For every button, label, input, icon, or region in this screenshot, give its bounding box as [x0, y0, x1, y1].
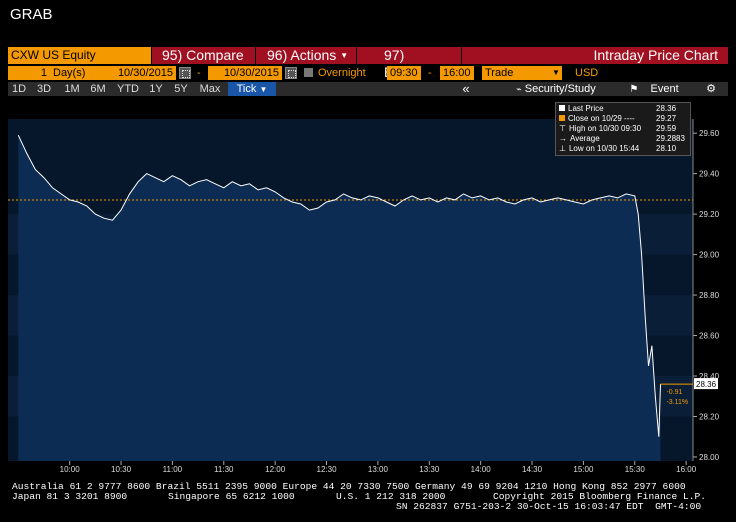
x-tick-label: 13:30 — [419, 465, 440, 474]
chart-legend[interactable]: Last Price 28.36 Close on 10/29 ---- 29.2… — [555, 102, 691, 156]
tick-label: Tick — [236, 83, 257, 95]
legend-item-close: Close on 10/29 ---- 29.27 — [559, 114, 689, 124]
legend-item-high: ⊤ High on 10/30 09:30 29.59 — [559, 124, 689, 134]
security-study-button[interactable]: ⌁ Security/Study — [500, 82, 612, 96]
footer-session-info: SN 262837 G751-203-2 30-Oct-15 16:03:47 … — [396, 501, 702, 512]
range-ytd-button[interactable]: YTD — [113, 82, 143, 96]
y-tick-label: 28.80 — [699, 291, 720, 300]
change-percent: -3.11% — [666, 399, 688, 406]
legend-item-average: → Average 29.2883 — [559, 134, 689, 144]
y-tick-label: 28.20 — [699, 412, 720, 421]
range-1y-button[interactable]: 1Y — [145, 82, 167, 96]
y-tick-label: 29.60 — [699, 129, 720, 138]
x-tick-label: 12:30 — [317, 465, 338, 474]
high-marker-icon: ⊤ — [559, 124, 566, 133]
start-date-field[interactable]: 10/30/2015 — [104, 66, 176, 80]
range-1d-button[interactable]: 1D — [8, 82, 30, 96]
edit-button[interactable]: 97) Edit▼ — [357, 47, 461, 80]
overnight-label: Overnight — [318, 67, 366, 79]
legend-value: 29.2883 — [656, 134, 685, 143]
actions-button[interactable]: 96) Actions ▼ — [256, 47, 356, 64]
legend-label: Last Price — [568, 104, 604, 113]
low-marker-icon: ⊥ — [559, 144, 566, 153]
legend-item-last-price: Last Price 28.36 — [559, 104, 689, 114]
y-tick-label: 28.00 — [699, 453, 720, 462]
legend-value: 28.10 — [656, 144, 677, 153]
legend-item-low: ⊥ Low on 10/30 15:44 28.10 — [559, 144, 689, 154]
last-price-label: 28.36 — [696, 380, 717, 389]
event-type-select[interactable]: Trade — [482, 66, 550, 80]
x-tick-label: 10:30 — [111, 465, 132, 474]
x-tick-label: 15:00 — [573, 465, 594, 474]
compare-button[interactable]: 95) Compare — [152, 47, 255, 64]
x-tick-label: 13:00 — [368, 465, 389, 474]
legend-swatch — [559, 105, 565, 111]
gear-icon[interactable]: ⚙ — [700, 82, 722, 96]
x-tick-label: 14:30 — [522, 465, 543, 474]
legend-value: 28.36 — [656, 104, 677, 113]
event-button[interactable]: ⚑ Event — [618, 82, 690, 96]
x-tick-label: 16:00 — [676, 465, 697, 474]
chevron-down-icon: ▼ — [340, 51, 349, 60]
legend-label: Close on 10/29 ---- — [568, 114, 635, 123]
flag-icon: ⚑ — [629, 84, 639, 95]
compare-label: 95) Compare — [162, 47, 244, 63]
legend-label: Low on 10/30 15:44 — [568, 144, 640, 153]
chart-title: Intraday Price Chart — [462, 47, 728, 64]
chart-line-icon: ⌁ — [516, 84, 522, 94]
x-tick-label: 10:00 — [60, 465, 81, 474]
footer-contacts-japan: Japan 81 3 3201 8900 — [12, 491, 128, 502]
actions-label: 96) Actions — [267, 47, 337, 63]
y-tick-label: 29.20 — [699, 210, 720, 219]
end-date-field[interactable]: 10/30/2015 — [208, 66, 282, 80]
window-title: GRAB — [10, 6, 53, 23]
overnight-checkbox[interactable] — [304, 68, 313, 77]
x-tick-label: 11:00 — [163, 465, 183, 474]
range-6m-button[interactable]: 6M — [86, 82, 110, 96]
x-tick-label: 14:00 — [471, 465, 492, 474]
x-tick-label: 15:30 — [625, 465, 646, 474]
date-separator: - — [197, 67, 201, 79]
period-unit-field[interactable]: Day(s) — [50, 66, 104, 80]
range-max-button[interactable]: Max — [196, 82, 224, 96]
start-time-field[interactable]: 09:30 — [387, 66, 421, 80]
y-tick-label: 28.60 — [699, 332, 720, 341]
x-tick-label: 12:00 — [265, 465, 286, 474]
y-tick-label: 29.40 — [699, 170, 720, 179]
change-value: -0.91 — [666, 389, 682, 396]
legend-swatch — [559, 115, 565, 121]
chevron-down-icon: ▼ — [259, 85, 268, 94]
period-count-field[interactable]: 1 — [8, 66, 50, 80]
range-3d-button[interactable]: 3D — [33, 82, 55, 96]
chevron-down-icon[interactable]: ▼ — [550, 66, 562, 80]
ticker-field[interactable]: CXW US Equity — [8, 47, 151, 64]
legend-value: 29.59 — [656, 124, 677, 133]
currency-label: USD — [575, 67, 599, 79]
event-label: Event — [650, 83, 679, 95]
time-separator: - — [428, 67, 432, 79]
x-tick-label: 11:30 — [214, 465, 234, 474]
y-tick-label: 29.00 — [699, 251, 720, 260]
calendar-icon[interactable] — [285, 67, 297, 79]
legend-label: High on 10/30 09:30 — [568, 124, 642, 133]
tick-select[interactable]: Tick ▼ — [228, 82, 276, 96]
security-study-label: Security/Study — [524, 83, 596, 95]
scroll-left-button[interactable]: « — [448, 82, 484, 96]
legend-value: 29.27 — [656, 114, 677, 123]
range-5y-button[interactable]: 5Y — [170, 82, 192, 96]
calendar-icon[interactable] — [179, 67, 191, 79]
legend-label: Average — [570, 134, 600, 143]
average-marker-icon: → — [559, 134, 567, 143]
end-time-field[interactable]: 16:00 — [440, 66, 474, 80]
range-1m-button[interactable]: 1M — [60, 82, 84, 96]
footer-contacts-singapore: Singapore 65 6212 1000 — [168, 491, 295, 502]
